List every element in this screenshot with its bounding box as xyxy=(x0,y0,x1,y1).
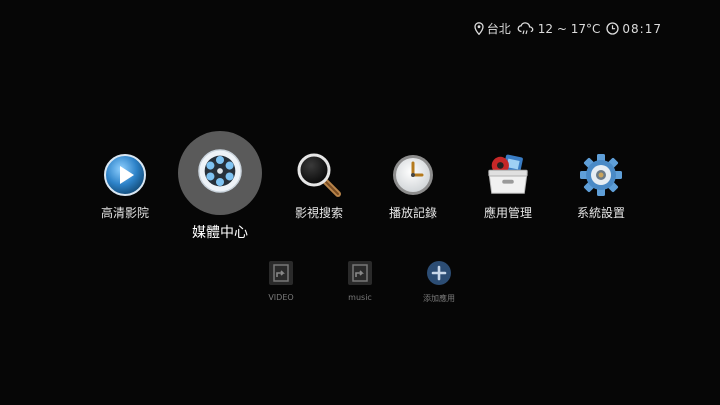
app-play-history[interactable]: 播放記錄 xyxy=(368,152,458,221)
app-label: 媒體中心 xyxy=(192,225,248,241)
location-pin-icon xyxy=(474,22,484,35)
magnifier-icon xyxy=(296,152,342,198)
status-bar: 台北 12 ~ 17°C 08:17 xyxy=(474,20,662,37)
shortcut-label: VIDEO xyxy=(268,293,294,302)
app-manager[interactable]: 應用管理 xyxy=(463,152,553,221)
clock-group: 08:17 xyxy=(606,22,662,36)
app-label: 系統設置 xyxy=(576,206,625,220)
app-menu: 高清影院 媒體中心 影視搜索 播放記錄 應用管理 系統設置 xyxy=(78,130,668,241)
app-box-icon xyxy=(485,152,531,198)
shortcut-music[interactable]: music xyxy=(330,259,390,302)
app-hd-cinema[interactable]: 高清影院 xyxy=(80,152,170,221)
clock-small-icon xyxy=(606,22,620,35)
gear-icon xyxy=(578,152,624,198)
play-icon xyxy=(102,152,148,198)
shortcut-arrow-icon xyxy=(346,259,374,287)
shortcut-label: music xyxy=(348,293,372,302)
time-text: 08:17 xyxy=(622,21,662,36)
app-label: 影視搜索 xyxy=(294,206,343,220)
app-system-settings[interactable]: 系統設置 xyxy=(556,152,646,221)
location-group: 台北 xyxy=(474,20,511,37)
film-reel-icon xyxy=(197,148,243,194)
app-label: 高清影院 xyxy=(100,206,149,220)
weather-group: 12 ~ 17°C xyxy=(517,21,601,36)
weather-text: 12 ~ 17°C xyxy=(537,21,601,36)
home-screen: 台北 12 ~ 17°C 08:17 高清影院 媒體中心 影視搜索 播放記錄 應… xyxy=(0,0,720,405)
shortcut-video[interactable]: VIDEO xyxy=(251,259,311,302)
cloud-rain-icon xyxy=(517,22,535,35)
location-text: 台北 xyxy=(486,22,511,36)
app-video-search[interactable]: 影視搜索 xyxy=(274,152,364,221)
app-label: 應用管理 xyxy=(483,206,532,220)
add-icon xyxy=(425,259,453,287)
app-media-center[interactable]: 媒體中心 xyxy=(175,130,265,241)
shortcut-label: 添加應用 xyxy=(423,294,455,303)
shortcut-add-app[interactable]: 添加應用 xyxy=(409,259,469,304)
shortcut-arrow-icon xyxy=(267,259,295,287)
app-label: 播放記錄 xyxy=(388,206,437,220)
clock-icon xyxy=(390,152,436,198)
